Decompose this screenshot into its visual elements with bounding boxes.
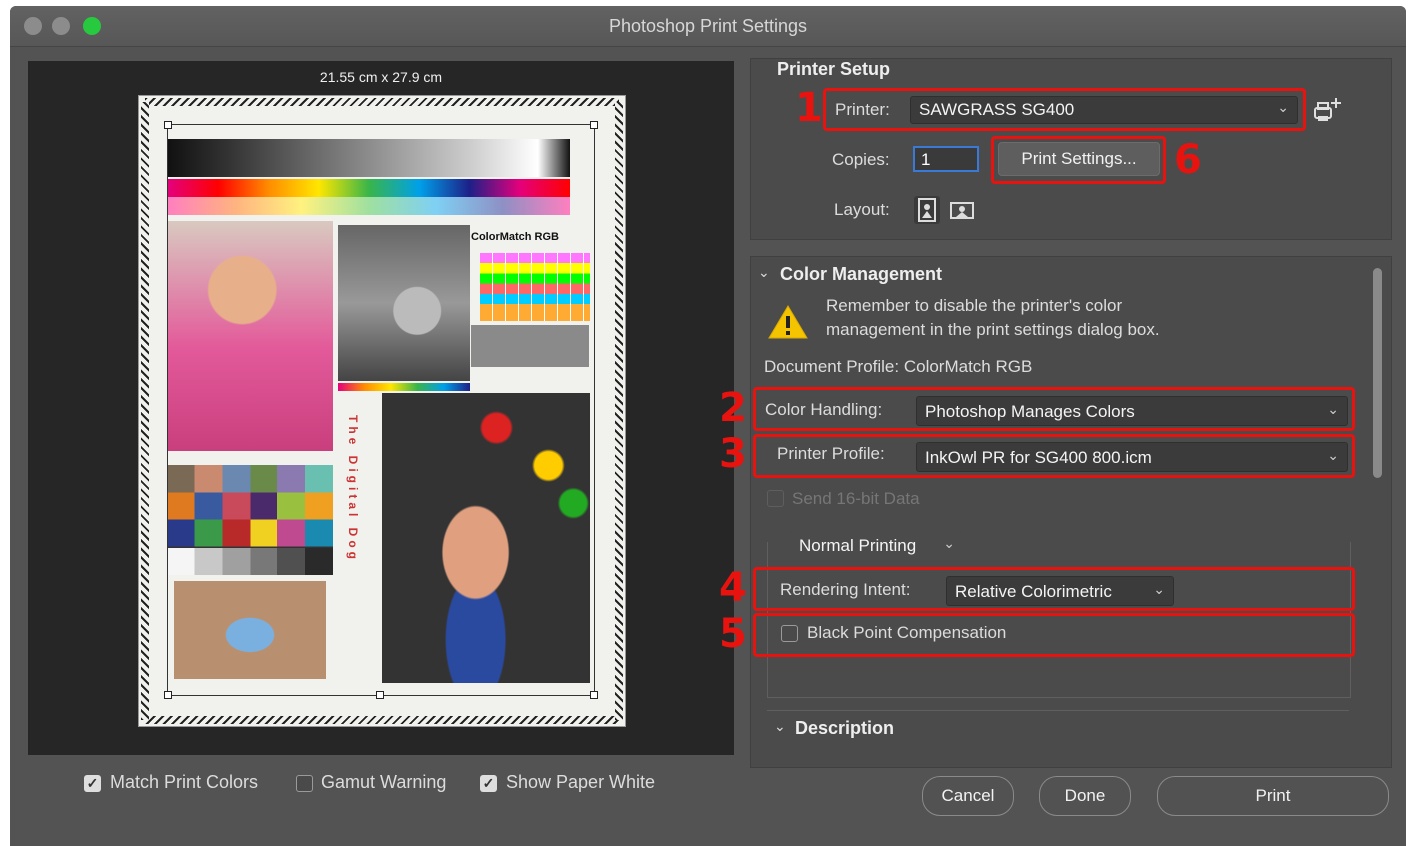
collapse-chevron-icon[interactable]: ⌄: [758, 264, 770, 281]
send-16bit-checkbox[interactable]: [767, 490, 784, 507]
scrollbar-thumb[interactable]: [1373, 268, 1382, 478]
document-profile-text: Document Profile: ColorMatch RGB: [764, 357, 1033, 376]
annotation-number-1: 1: [795, 85, 823, 131]
color-checker-chart: [168, 465, 333, 575]
normal-printing-value: Normal Printing: [799, 536, 917, 555]
hand-with-beads-photo: [382, 393, 590, 683]
send-16bit-label: Send 16-bit Data: [792, 489, 920, 508]
divider: [767, 710, 1349, 711]
resize-handle[interactable]: [590, 691, 598, 699]
grayscale-step-wedge: [168, 139, 570, 177]
copies-input[interactable]: 1: [913, 146, 979, 172]
pastel-spectrum-bar: [168, 197, 570, 215]
annotation-box-6: [991, 136, 1166, 184]
spectrum-bar: [168, 179, 570, 197]
resize-handle[interactable]: [376, 691, 384, 699]
match-print-colors-label: Match Print Colors: [110, 772, 259, 792]
annotation-number-6: 6: [1174, 137, 1202, 183]
printer-setup-title: Printer Setup: [777, 59, 891, 79]
warning-text-line2: management in the print settings dialog …: [826, 320, 1160, 339]
resize-handle[interactable]: [590, 121, 598, 129]
color-management-title[interactable]: Color Management: [780, 264, 942, 285]
portrait-photo: [168, 221, 333, 451]
add-printer-icon[interactable]: [1312, 96, 1344, 126]
bleed-border: [141, 102, 149, 720]
annotation-box-2: [753, 387, 1355, 431]
resize-handle[interactable]: [164, 121, 172, 129]
landscape-layout-icon[interactable]: [948, 198, 976, 222]
bleed-border: [145, 98, 619, 106]
preview-paper: ColorMatch RGB The Digital Dog: [138, 95, 626, 727]
grayscale-photo: [338, 225, 470, 381]
print-preview: 21.55 cm x 27.9 cm ColorMatch RGB The Di…: [28, 61, 734, 755]
match-print-colors-checkbox[interactable]: ✓: [84, 775, 101, 792]
annotation-number-4: 4: [719, 565, 747, 611]
portrait-layout-icon[interactable]: [914, 196, 940, 224]
print-button[interactable]: Print: [1157, 776, 1389, 816]
bleed-border: [615, 102, 623, 720]
gray-patch: [471, 325, 589, 367]
normal-printing-select[interactable]: Normal Printing ⌄: [790, 530, 964, 560]
annotation-number-5: 5: [719, 611, 747, 657]
chevron-down-icon: ⌄: [943, 535, 955, 551]
annotation-number-2: 2: [719, 385, 747, 431]
done-button[interactable]: Done: [1039, 776, 1131, 816]
colormatch-label: ColorMatch RGB: [471, 231, 559, 243]
resize-handle[interactable]: [164, 691, 172, 699]
print-settings-window: Photoshop Print Settings 21.55 cm x 27.9…: [10, 6, 1406, 846]
scrollbar[interactable]: [1370, 264, 1384, 764]
warning-icon: [767, 304, 809, 340]
window-title: Photoshop Print Settings: [608, 16, 808, 36]
image-bounding-box[interactable]: ColorMatch RGB The Digital Dog: [164, 121, 598, 699]
annotation-box-5: [753, 613, 1355, 657]
show-paper-white-checkbox[interactable]: ✓: [480, 775, 497, 792]
gamut-warning-label: Gamut Warning: [321, 772, 447, 792]
title-bar: Photoshop Print Settings: [10, 6, 1406, 47]
warning-text-line1: Remember to disable the printer's color: [826, 296, 1123, 315]
description-title[interactable]: Description: [795, 718, 894, 739]
annotation-number-3: 3: [719, 431, 747, 477]
gamut-warning-checkbox[interactable]: [296, 775, 313, 792]
annotation-box-1: [823, 88, 1306, 131]
vertical-title-text: The Digital Dog: [346, 415, 360, 563]
color-patch-chart: [480, 253, 590, 321]
wall-window-photo: [174, 581, 326, 679]
mini-spectrum-bar: [338, 383, 470, 391]
layout-label: Layout:: [834, 200, 890, 219]
collapse-chevron-icon[interactable]: ⌄: [774, 718, 786, 735]
paper-size-label: 21.55 cm x 27.9 cm: [319, 69, 443, 85]
show-paper-white-label: Show Paper White: [506, 772, 656, 792]
cancel-button[interactable]: Cancel: [922, 776, 1014, 816]
copies-label: Copies:: [832, 150, 890, 169]
bleed-border: [145, 716, 619, 724]
annotation-box-4: [753, 567, 1355, 611]
annotation-box-3: [753, 434, 1355, 478]
